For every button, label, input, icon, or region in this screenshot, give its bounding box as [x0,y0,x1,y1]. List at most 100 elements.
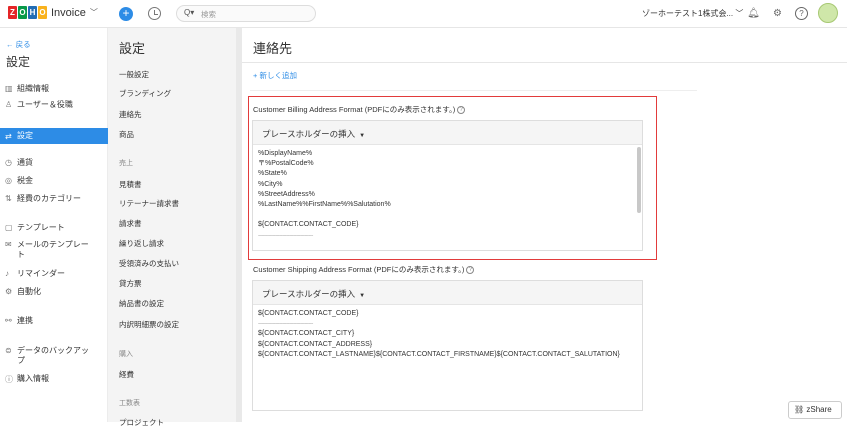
nav-label: 組織情報 [17,84,49,93]
org-switcher[interactable]: ゾーホーテスト1株式会... ﹀ [642,8,743,19]
nav-item[interactable]: ▥ 組織情報 [0,84,108,100]
nav-icon: ▢ [5,223,13,232]
help-icon[interactable]: ? [795,7,808,20]
divider [242,62,847,63]
nav-icon: ⇄ [5,131,12,141]
nav-icon: ◎ [5,176,12,185]
submenu-title: 設定 [119,41,146,56]
nav-label: 税金 [17,176,33,185]
nav-label: 経費のカテゴリー [17,194,81,203]
nav-icon: ⚙ [5,287,13,296]
submenu-item[interactable]: プロジェクト [119,417,164,428]
insert-placeholder-label: プレースホルダーの挿入 [262,289,356,299]
submenu-item[interactable]: 一般設定 [119,69,149,80]
nav-label: ユーザー＆役職 [17,100,73,109]
logo-letter: H [28,6,37,19]
nav-item[interactable]: ⇄ 設定 [0,128,108,144]
nav-item[interactable]: ⇅ 経費のカテゴリー [0,194,108,210]
app-name: Invoice [51,6,86,19]
shipping-format-label: Customer Shipping Address Format (PDFにのみ… [253,264,475,275]
nav-label: 自動化 [17,287,41,296]
help-icon[interactable]: ? [466,266,475,275]
nav-label: 通貨 [17,158,33,167]
zoho-logo: ZOHO [8,6,48,19]
shipping-format-label-text: Customer Shipping Address Format (PDFにのみ… [253,265,465,274]
nav-label: 設定 [17,131,33,140]
format-line: ${CONTACT.CONTACT_ADDRESS} [258,340,373,348]
zshare-label: zShare [806,405,832,414]
submenu-item[interactable]: ブランディング [119,88,171,99]
nav-label: メールのテンプレート [17,240,89,259]
format-line: ${CONTACT.CONTACT_CITY} [258,330,355,338]
insert-placeholder-dropdown[interactable]: プレースホルダーの挿入 ▼ [253,281,642,305]
nav-label: 連携 [17,316,33,325]
submenu-scrollbar[interactable] [236,28,242,422]
search-input[interactable]: Q▾ 検索 [176,5,316,22]
nav-icon: ✉ [5,240,12,249]
format-line: ----------------------------------------… [258,321,313,328]
nav-item[interactable]: ✉ メールのテンプレート [0,240,108,259]
shipping-format-editor[interactable]: プレースホルダーの挿入 ▼ ${CONTACT.CONTACT_CODE} ----… [252,280,643,411]
submenu-item[interactable]: 貸方票 [119,278,142,289]
submenu-section-label: 工数表 [119,400,140,407]
top-bar: ZOHO Invoice ﹀ + Q▾ 検索 ゾーホーテスト1株式会... ﹀ … [0,0,847,28]
nav-item[interactable]: ⓘ 購入情報 [0,374,108,390]
search-placeholder: 検索 [201,10,216,19]
nav-label: テンプレート [17,223,65,232]
logo-letter: O [38,6,47,19]
nav-icon: ▥ [5,84,13,93]
bell-icon[interactable]: 🔔︎ [747,7,760,20]
nav-label: データのバックアップ [17,346,89,365]
nav-icon: ♙ [5,100,13,109]
plus-icon[interactable]: + [119,7,133,21]
nav-icon: ♪ [5,269,9,278]
nav-item[interactable]: ♙ ユーザー＆役職 [0,100,108,116]
nav-item[interactable]: ◷ 通貨 [0,158,108,174]
nav-icon: ⚯ [5,316,12,325]
zoho-invoice-logo[interactable]: ZOHO Invoice ﹀ [8,6,98,19]
submenu-item[interactable]: 請求書 [119,218,142,229]
chevron-down-icon: ﹀ [89,8,98,17]
submenu-item[interactable]: 内訳明細票の設定 [119,319,179,330]
shipping-format-text[interactable]: ${CONTACT.CONTACT_CODE} -----------------… [258,309,620,360]
settings-submenu: 設定 一般設定ブランディング 連絡先商品売上見積書リテーナー請求書 請求書繰り返し請… [108,28,238,427]
clock-icon[interactable] [148,7,161,20]
submenu-item[interactable]: 繰り返し請求 [119,238,164,249]
left-navigation: ← 戻る 設定 ▥ 組織情報 ♙ ユーザー＆役職 ⇄ 設定 ◷ 通貨 ◎ 税金 ⇅ 経費のカテゴリー ▢… [0,28,108,422]
submenu-item[interactable]: 受領済みの支払い [119,258,179,269]
submenu-item[interactable]: 連絡先 [119,109,142,120]
divider [250,90,697,91]
nav-label: リマインダー [17,269,65,278]
nav-icon: ⇅ [5,194,12,203]
nav-item[interactable]: ⚯ 連携 [0,316,108,332]
highlight-box [248,96,657,260]
logo-letter: Z [8,6,17,19]
avatar[interactable] [818,3,838,23]
submenu-item[interactable]: 経費 [119,369,134,380]
caret-down-icon: ▼ [359,293,366,299]
submenu-item[interactable]: リテーナー請求書 [119,198,179,209]
gear-icon[interactable]: ⚙ [771,7,784,20]
submenu-item[interactable]: 納品書の設定 [119,298,164,309]
submenu-item[interactable]: 見積書 [119,179,142,190]
nav-label: 購入情報 [17,374,49,383]
nav-item[interactable]: ⊜ データのバックアップ [0,346,108,365]
nav-item[interactable]: ▢ テンプレート [0,223,108,239]
format-line: ${CONTACT.CONTACT_LASTNAME}${CONTACT.CON… [258,350,620,358]
back-link[interactable]: ← 戻る [6,39,31,50]
add-new-button[interactable]: + 新しく追加 [253,70,297,81]
submenu-section-label: 購入 [119,351,133,358]
nav-icon: ⓘ [5,375,13,384]
format-line: ${CONTACT.CONTACT_CODE} [258,310,359,317]
settings-title: 設定 [6,55,31,69]
nav-item[interactable]: ♪ リマインダー [0,269,108,285]
submenu-item[interactable]: 商品 [119,129,134,140]
zshare-button[interactable]: ⛓ zShare [788,401,842,419]
submenu-section-label: 売上 [119,160,133,167]
nav-item[interactable]: ⚙ 自動化 [0,287,108,303]
search-icon[interactable]: Q▾ [184,8,194,17]
nav-icon: ⊜ [5,346,12,355]
nav-item[interactable]: ◎ 税金 [0,176,108,192]
logo-letter: O [18,6,27,19]
page-title: 連絡先 [253,41,293,56]
